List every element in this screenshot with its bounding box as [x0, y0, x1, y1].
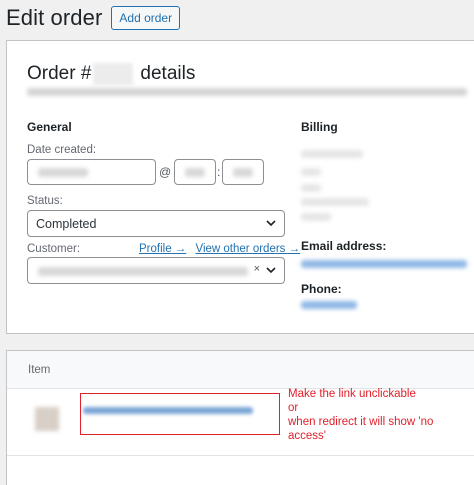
order-heading: Order # details — [27, 63, 195, 85]
general-section-title: General — [27, 120, 72, 134]
customer-select[interactable]: × — [27, 257, 285, 284]
chevron-down-icon — [266, 267, 276, 273]
phone-label: Phone: — [301, 282, 342, 296]
annotation-highlight-box — [80, 393, 280, 435]
status-value: Completed — [36, 217, 97, 231]
email-label: Email address: — [301, 239, 387, 253]
customer-links: Profile → View other orders → — [139, 243, 300, 255]
order-payment-meta-redacted — [27, 87, 474, 97]
time-separator: : — [217, 165, 221, 179]
item-column-header: Item — [28, 364, 51, 376]
billing-address-redacted — [301, 213, 331, 221]
chevron-down-icon — [266, 220, 276, 226]
view-other-orders-link[interactable]: View other orders → — [196, 243, 301, 255]
order-heading-suffix: details — [140, 63, 196, 84]
customer-clear-icon[interactable]: × — [254, 263, 260, 275]
page-title: Edit order — [6, 5, 103, 30]
at-separator: @ — [159, 165, 172, 179]
billing-address-redacted — [301, 184, 321, 192]
order-details-panel: Order # details General Date created: @ … — [6, 40, 474, 334]
billing-address-redacted — [301, 198, 369, 206]
billing-address-redacted — [301, 150, 363, 158]
annotation-line: or — [288, 402, 299, 414]
order-number-redacted — [93, 63, 134, 85]
phone-link-redacted[interactable] — [301, 301, 357, 309]
hour-input[interactable] — [174, 159, 216, 185]
annotation-line: Make the link unclickable — [288, 388, 416, 400]
status-select[interactable]: Completed — [27, 210, 285, 237]
annotation-line: when redirect it will show 'no — [288, 416, 434, 428]
item-thumbnail — [35, 407, 59, 431]
status-label: Status: — [27, 195, 63, 207]
date-created-label: Date created: — [27, 144, 97, 156]
billing-address-redacted — [301, 168, 321, 176]
customer-label: Customer: — [27, 243, 81, 255]
date-created-input[interactable] — [27, 159, 156, 185]
add-order-button[interactable]: Add order — [111, 6, 181, 30]
items-table-header: Item — [7, 351, 474, 389]
order-heading-prefix: Order # — [27, 63, 92, 84]
profile-link[interactable]: Profile → — [139, 243, 186, 255]
items-divider — [7, 455, 474, 456]
page-header: Edit order Add order — [6, 5, 181, 31]
annotation-line: access' — [288, 430, 326, 442]
annotation-note: Make the link unclickable or when redire… — [288, 387, 468, 443]
minute-input[interactable] — [222, 159, 264, 185]
billing-section-title: Billing — [301, 120, 338, 134]
email-link-redacted[interactable] — [301, 260, 467, 268]
